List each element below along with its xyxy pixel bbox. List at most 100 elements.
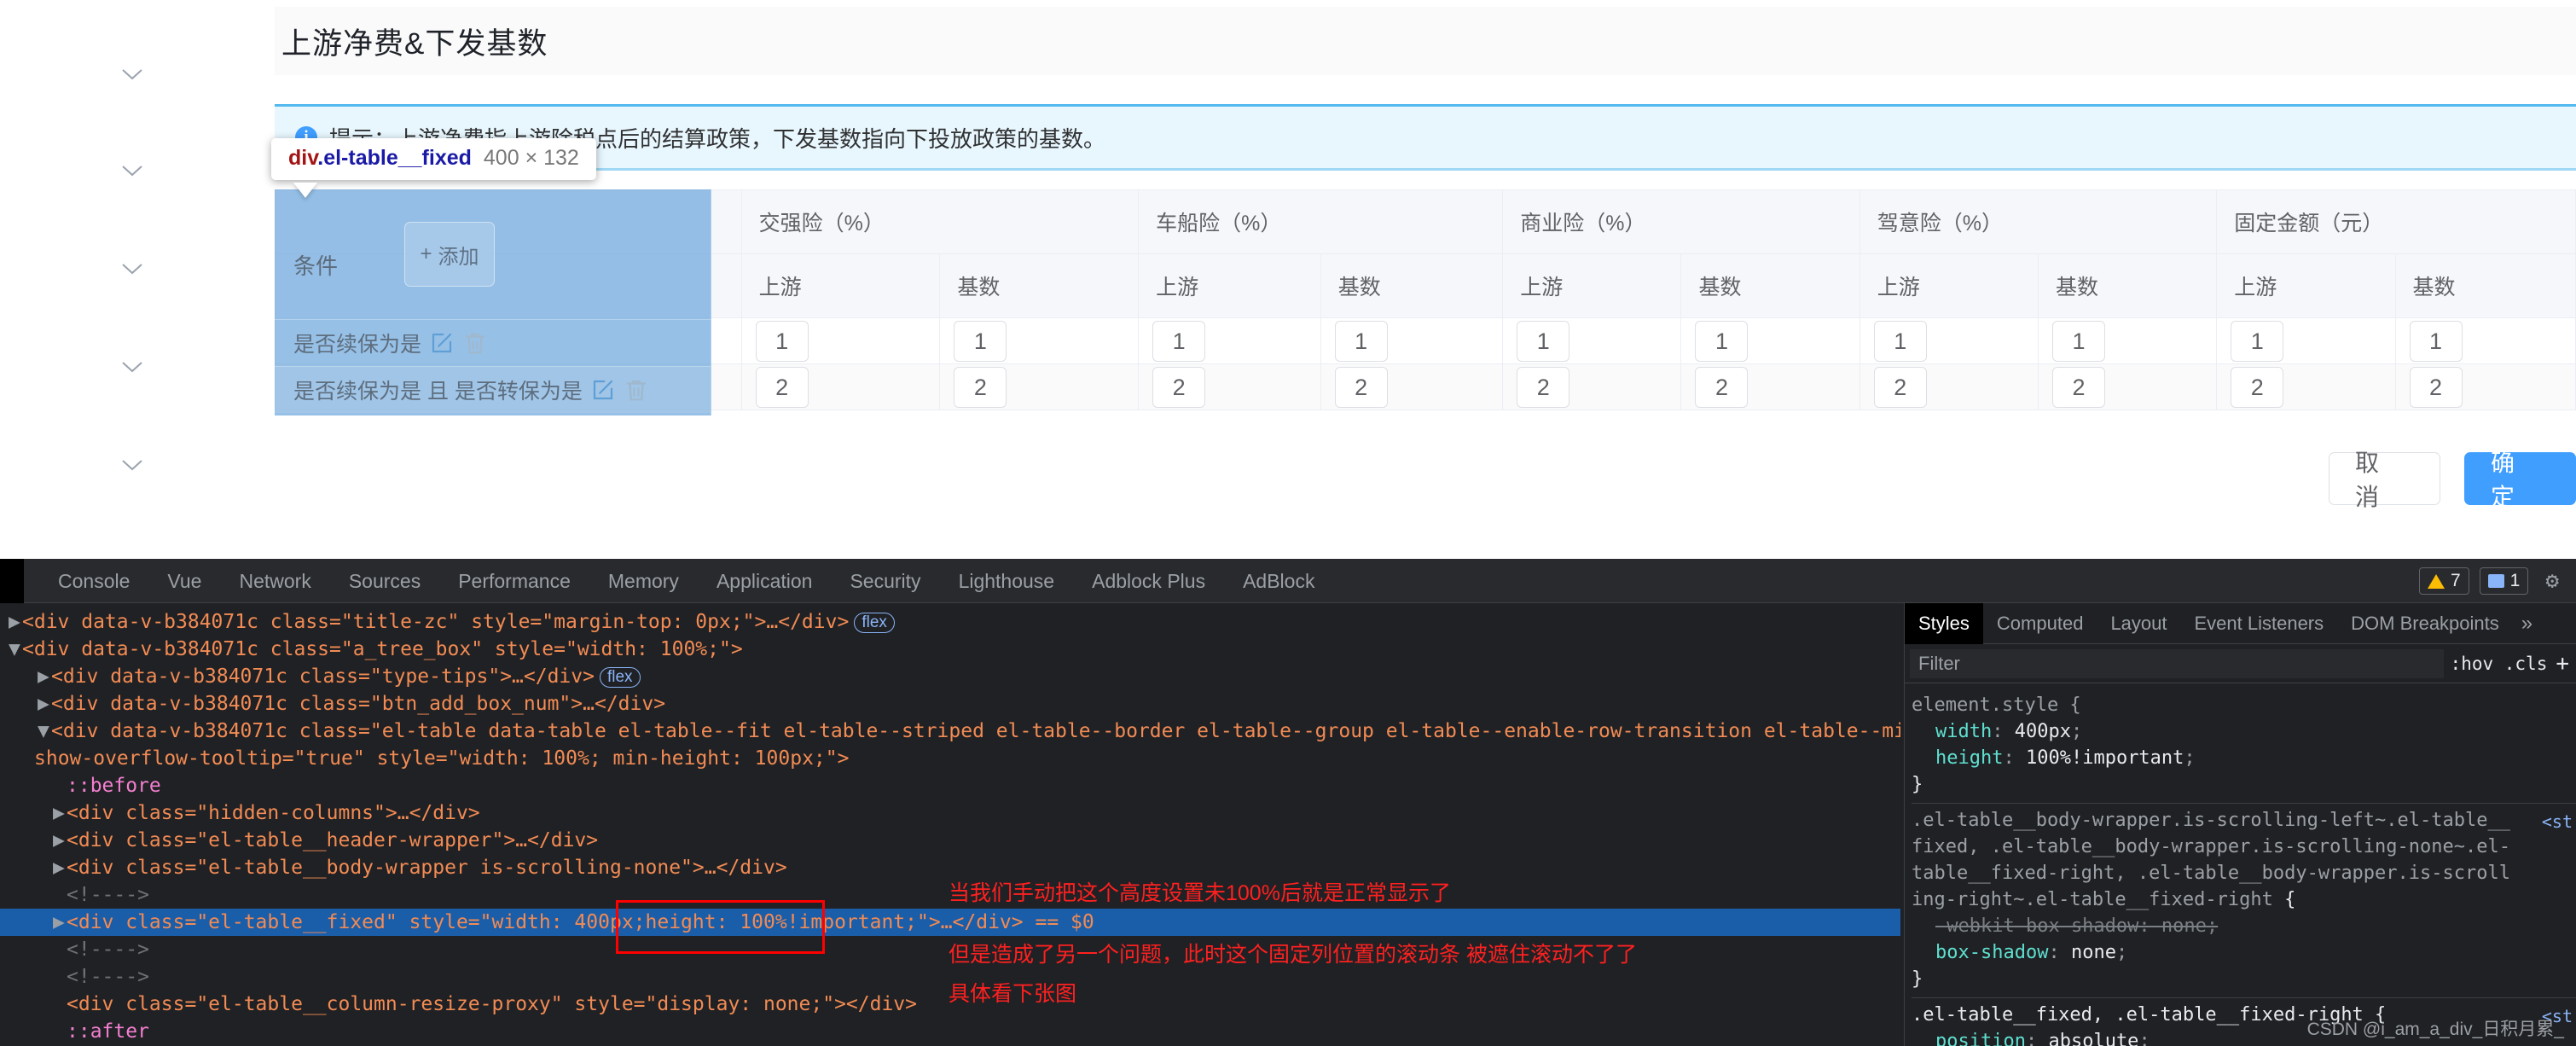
value-input[interactable]: 2 (2052, 367, 2105, 408)
tab-application[interactable]: Application (698, 559, 832, 603)
tab-computed[interactable]: Computed (1983, 603, 2097, 644)
dom-pseudo-row[interactable]: ::after (0, 1018, 1900, 1045)
css-value[interactable]: none (2071, 942, 2116, 963)
expand-arrow-icon[interactable]: ▶ (53, 909, 67, 936)
dom-node-row-selected[interactable]: ▶<div class="el-table__fixed" style="wid… (0, 909, 1900, 936)
confirm-button[interactable]: 确 定 (2464, 452, 2576, 505)
css-property[interactable]: height (1935, 747, 2003, 769)
value-input[interactable]: 2 (1695, 367, 1748, 408)
value-input[interactable]: 1 (1335, 321, 1388, 362)
annotation-note-3: 具体看下张图 (949, 977, 1076, 1008)
css-value-disabled[interactable]: none (2161, 915, 2207, 937)
value-input[interactable]: 2 (1335, 367, 1388, 408)
value-input[interactable]: 2 (2410, 367, 2463, 408)
tab-vue[interactable]: Vue (148, 559, 220, 603)
tab-adblock[interactable]: AdBlock (1224, 559, 1333, 603)
css-value[interactable]: 100%!important (2026, 747, 2184, 769)
value-input[interactable]: 1 (756, 321, 809, 362)
dom-node-row[interactable]: show-overflow-tooltip="true" style="widt… (0, 745, 1900, 772)
dom-node-text: <div data-v-b384071c class="btn_add_box_… (51, 693, 665, 715)
value-input[interactable]: 2 (756, 367, 809, 408)
tab-network[interactable]: Network (220, 559, 329, 603)
collapse-arrow-icon[interactable]: ▼ (38, 718, 51, 745)
chevron-down-icon[interactable] (121, 68, 143, 80)
tab-console[interactable]: Console (39, 559, 148, 603)
value-input[interactable]: 1 (954, 321, 1007, 362)
collapse-arrow-icon[interactable]: ▼ (9, 636, 22, 663)
expand-arrow-icon[interactable]: ▶ (9, 608, 22, 636)
value-input[interactable]: 1 (1152, 321, 1205, 362)
value-input[interactable]: 1 (1517, 321, 1569, 362)
chevron-down-icon[interactable] (121, 165, 143, 177)
expand-arrow-icon[interactable]: ▶ (38, 690, 51, 718)
dom-node-row[interactable]: ▶<div data-v-b384071c class="type-tips">… (0, 663, 1900, 690)
tab-event-listeners[interactable]: Event Listeners (2181, 603, 2338, 644)
new-style-rule-button[interactable]: + (2556, 651, 2576, 677)
value-input[interactable]: 1 (2052, 321, 2105, 362)
chevron-down-icon[interactable] (121, 361, 143, 373)
hov-cls-toggles[interactable]: :hov .cls (2451, 654, 2556, 674)
value-input[interactable]: 2 (2231, 367, 2283, 408)
tab-sources[interactable]: Sources (330, 559, 439, 603)
devtools-tab-list: Console Vue Network Sources Performance … (24, 559, 1333, 603)
dom-pseudo-row[interactable]: ::before (0, 772, 1900, 799)
chevron-down-icon[interactable] (121, 459, 143, 471)
css-property[interactable]: position (1935, 1031, 2026, 1046)
tab-layout[interactable]: Layout (2097, 603, 2180, 644)
value-input[interactable]: 2 (1517, 367, 1569, 408)
tab-memory[interactable]: Memory (589, 559, 698, 603)
value-input[interactable]: 1 (1874, 321, 1927, 362)
add-condition-button[interactable]: + 添加 (404, 222, 495, 287)
cancel-button[interactable]: 取 消 (2329, 452, 2440, 505)
styles-filter-input[interactable]: Filter (1910, 649, 2444, 678)
css-value[interactable]: 400px (2015, 721, 2071, 742)
dom-node-row[interactable]: ▶<div data-v-b384071c class="title-zc" s… (0, 608, 1900, 636)
tab-dom-breakpoints[interactable]: DOM Breakpoints (2337, 603, 2513, 644)
rule-selector[interactable]: .el-table__fixed, .el-table__fixed-right (1912, 1004, 2364, 1026)
expand-arrow-icon[interactable]: ▶ (53, 854, 67, 881)
tab-performance[interactable]: Performance (439, 559, 589, 603)
expand-arrow-icon[interactable]: ▶ (38, 663, 51, 690)
message-badge[interactable]: 1 (2480, 567, 2529, 595)
tab-adblock-plus[interactable]: Adblock Plus (1073, 559, 1224, 603)
flex-badge[interactable]: flex (854, 613, 895, 633)
dom-node-text: <div data-v-b384071c class="title-zc" st… (22, 611, 849, 633)
css-value[interactable]: absolute (2048, 1031, 2138, 1046)
value-input[interactable]: 2 (1874, 367, 1927, 408)
dom-node-row[interactable]: ▶<div class="hidden-columns">…</div> (0, 799, 1900, 827)
trash-icon[interactable] (462, 330, 488, 356)
value-input[interactable]: 2 (954, 367, 1007, 408)
rule-selector[interactable]: .el-table__body-wrapper.is-scrolling-lef… (1912, 810, 2510, 910)
value-input[interactable]: 1 (1695, 321, 1748, 362)
info-tip-bar: i 提示：上游净费指上游除税点后的结算政策，下发基数指向下投放政策的基数。 (275, 104, 2576, 171)
css-property[interactable]: width (1935, 721, 1992, 742)
css-property[interactable]: box-shadow (1935, 942, 2048, 963)
dom-node-row[interactable]: ▶<div class="el-table__header-wrapper">…… (0, 827, 1900, 854)
warning-badge[interactable]: 7 (2419, 567, 2469, 595)
edit-icon[interactable] (590, 377, 616, 403)
dom-node-row[interactable]: ▼<div data-v-b384071c class="a_tree_box"… (0, 636, 1900, 663)
value-input[interactable]: 2 (1152, 367, 1205, 408)
dom-node-row[interactable]: ▶<div data-v-b384071c class="btn_add_box… (0, 690, 1900, 718)
style-source-link[interactable]: <st (2542, 809, 2573, 835)
expand-arrow-icon[interactable]: ▶ (53, 799, 67, 827)
tab-security[interactable]: Security (831, 559, 939, 603)
value-input[interactable]: 1 (2231, 321, 2283, 362)
expand-arrow-icon[interactable]: ▶ (53, 827, 67, 854)
rule-selector[interactable]: element.style (1912, 694, 2058, 716)
css-property-disabled[interactable]: -webkit-box-shadow (1935, 915, 2138, 937)
more-tabs-icon[interactable]: » (2513, 612, 2541, 636)
trash-icon[interactable] (624, 377, 649, 403)
devtools-tabbar: Console Vue Network Sources Performance … (0, 559, 2576, 603)
value-input[interactable]: 1 (2410, 321, 2463, 362)
edit-icon[interactable] (429, 330, 455, 356)
flex-badge[interactable]: flex (600, 667, 641, 688)
gear-icon[interactable]: ⚙ (2545, 568, 2559, 594)
dom-node-text: <!----> (67, 938, 149, 961)
tab-lighthouse[interactable]: Lighthouse (940, 559, 1074, 603)
chevron-down-icon[interactable] (121, 263, 143, 275)
tab-styles[interactable]: Styles (1905, 603, 1983, 644)
dom-node-text: <div class="el-table__column-resize-prox… (67, 993, 917, 1015)
dom-node-row[interactable]: ▼<div data-v-b384071c class="el-table da… (0, 718, 1900, 745)
dom-node-text: <div class="el-table__body-wrapper is-sc… (67, 857, 787, 879)
